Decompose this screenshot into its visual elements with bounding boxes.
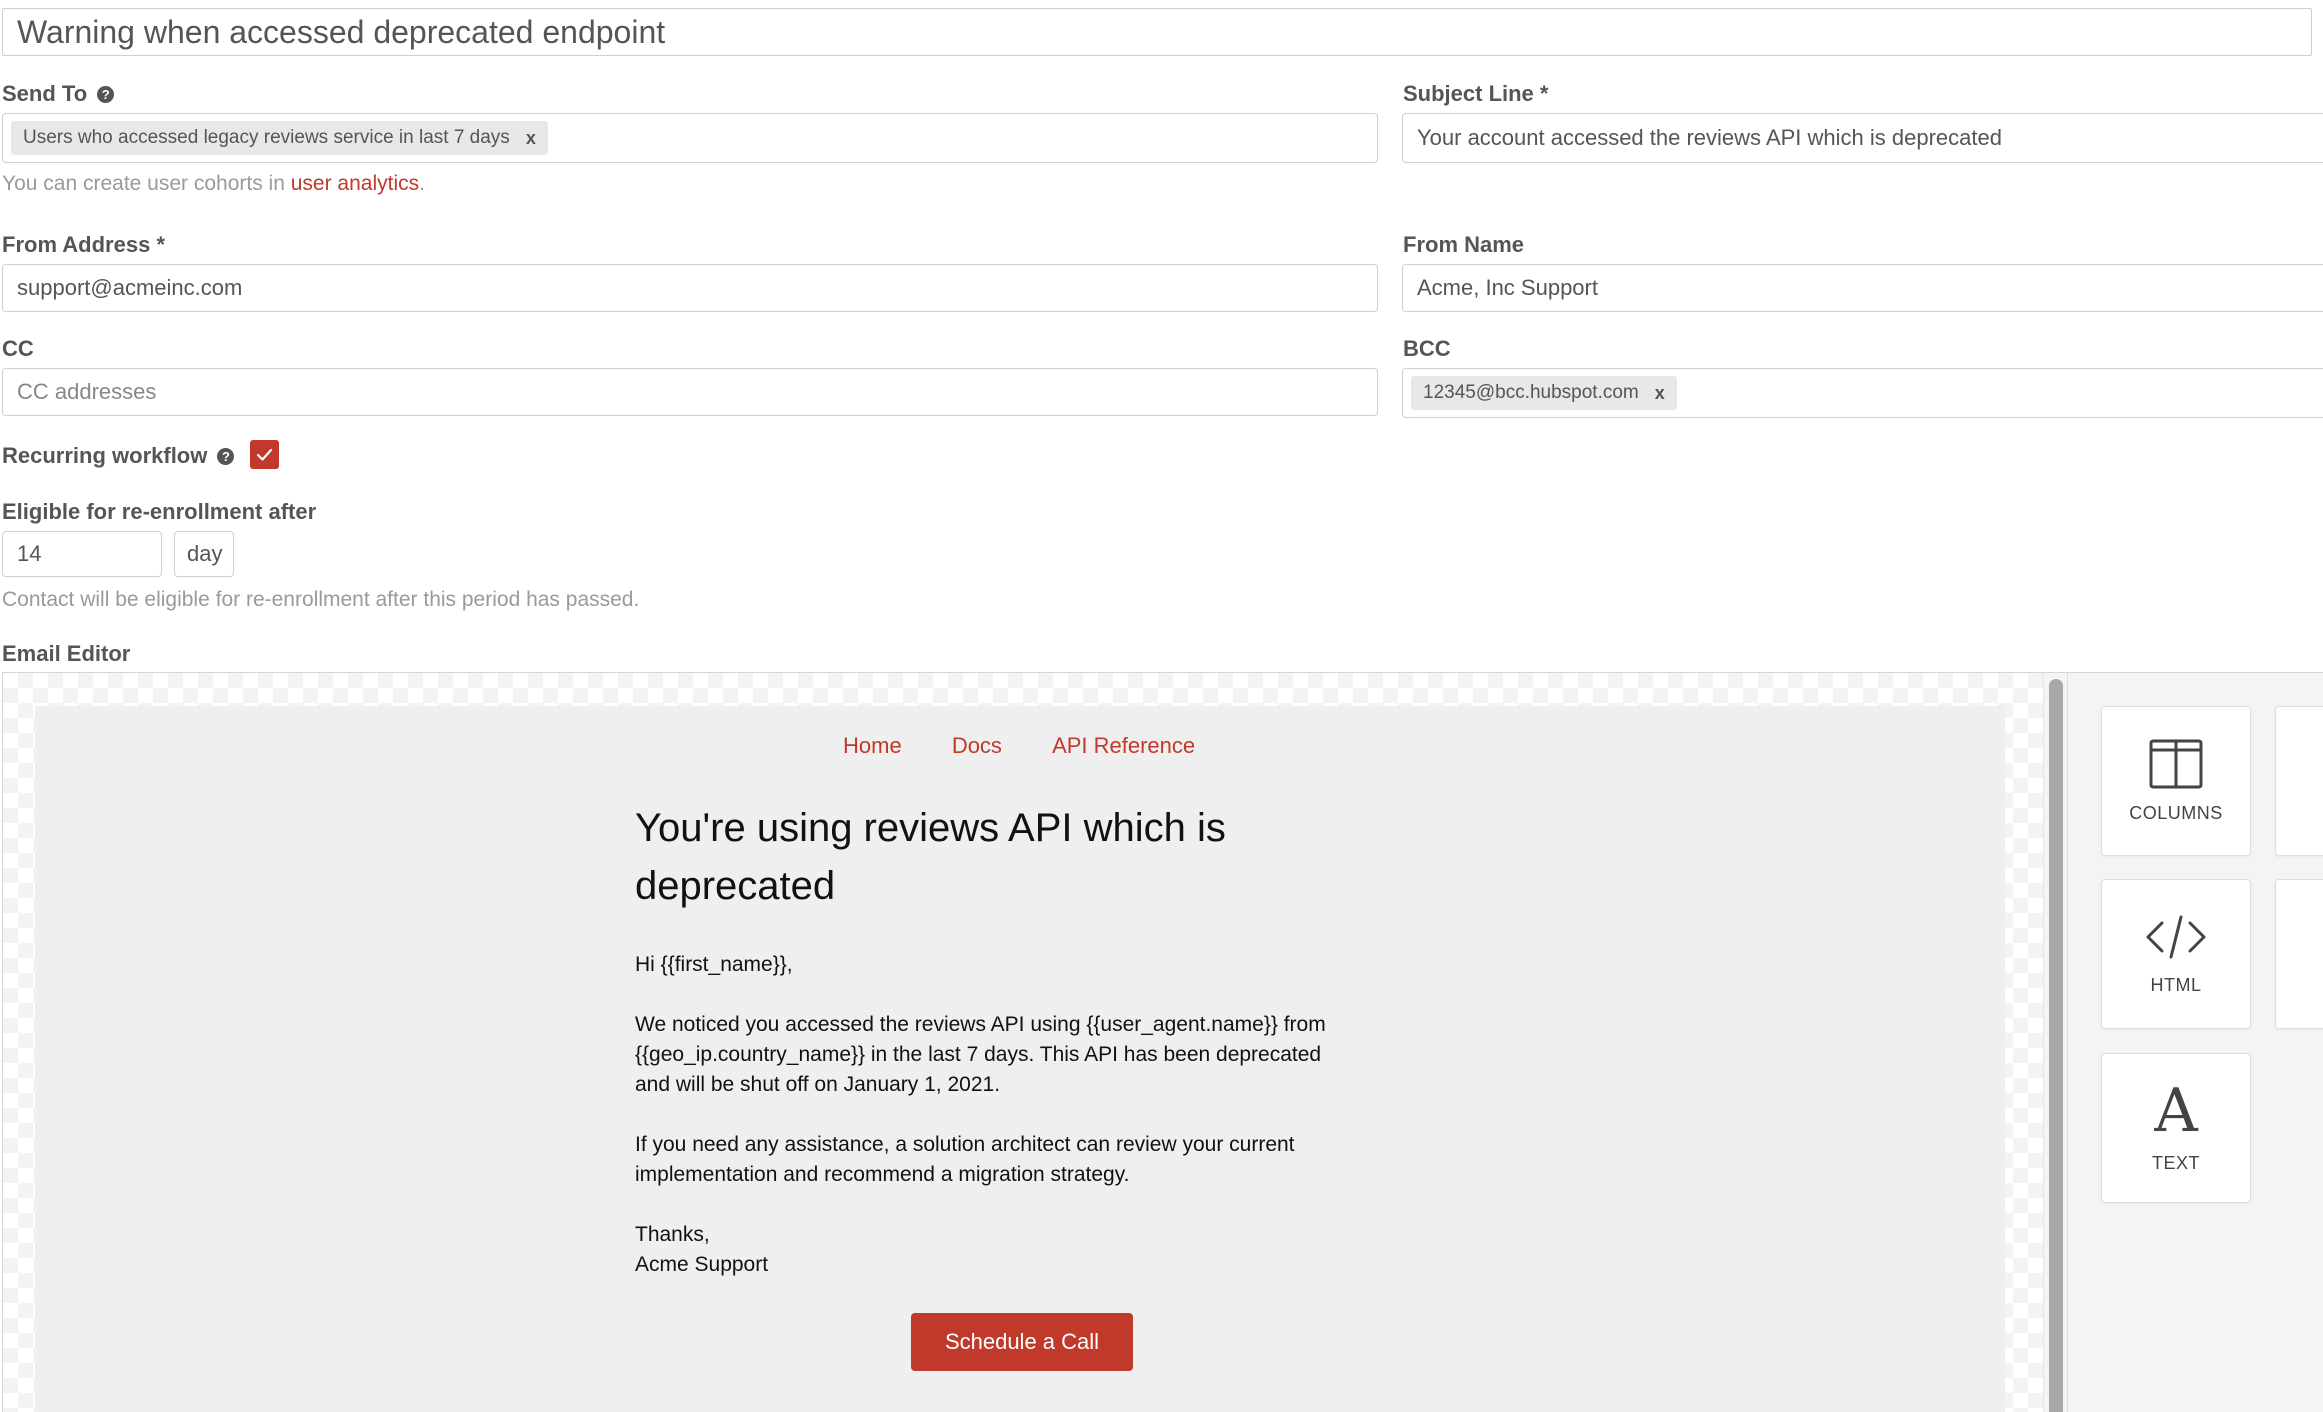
email-editor-label: Email Editor xyxy=(2,641,131,666)
reenroll-value: 14 xyxy=(17,541,42,566)
remove-chip-icon[interactable]: x xyxy=(526,128,536,149)
send-to-label-text: Send To xyxy=(2,81,88,106)
cc-label: CC xyxy=(2,336,34,361)
partial-block-b[interactable] xyxy=(2275,706,2323,856)
subject-input[interactable]: Your account accessed the reviews API wh… xyxy=(1402,113,2323,163)
from-name-input[interactable]: Acme, Inc Support xyxy=(1402,264,2323,312)
workflow-title-input[interactable]: Warning when accessed deprecated endpoin… xyxy=(2,8,2312,56)
schedule-call-button[interactable]: Schedule a Call xyxy=(911,1313,1133,1371)
help-icon[interactable]: ? xyxy=(97,86,115,103)
reenroll-unit: day xyxy=(187,541,223,566)
columns-block[interactable]: COLUMNS xyxy=(2101,706,2251,856)
html-block-label: HTML xyxy=(2150,974,2202,995)
nav-home-link[interactable]: Home xyxy=(843,733,902,758)
reenroll-label: Eligible for re-enrollment after xyxy=(2,499,317,524)
user-analytics-link[interactable]: user analytics xyxy=(291,172,419,195)
schedule-call-label: Schedule a Call xyxy=(944,1329,1100,1354)
checkmark-icon xyxy=(256,448,273,461)
partial-block-2[interactable] xyxy=(2275,879,2323,1029)
email-heading-line-1: You're using reviews API which is xyxy=(635,806,1226,850)
recurring-label-text: Recurring workflow xyxy=(2,443,208,468)
bcc-field[interactable]: 12345@bcc.hubspot.com x xyxy=(1402,368,2323,418)
email-nav: Home Docs API Reference xyxy=(843,733,1195,763)
from-name-label: From Name xyxy=(1403,232,1525,257)
from-name-value: Acme, Inc Support xyxy=(1417,275,1598,300)
code-icon xyxy=(2146,915,2206,958)
from-address-label: From Address * xyxy=(2,232,166,257)
reenroll-unit-select[interactable]: day xyxy=(174,531,234,577)
send-to-chip-label: Users who accessed legacy reviews servic… xyxy=(23,127,510,148)
email-greeting: Hi {{first_name}}, xyxy=(635,953,793,976)
nav-docs-link[interactable]: Docs xyxy=(952,733,1002,758)
email-paragraph-2-line-1: If you need any assistance, a solution a… xyxy=(635,1133,1295,1156)
from-address-input[interactable]: support@acmeinc.com xyxy=(2,264,1378,312)
reenroll-hint: Contact will be eligible for re-enrollme… xyxy=(2,588,640,611)
workflow-title-value: Warning when accessed deprecated endpoin… xyxy=(17,13,666,50)
help-icon[interactable]: ? xyxy=(217,448,235,465)
send-to-field[interactable]: Users who accessed legacy reviews servic… xyxy=(2,113,1378,163)
email-paragraph-1-line-2: {{geo_ip.country_name}} in the last 7 da… xyxy=(635,1043,1322,1066)
reenroll-number-input[interactable]: 14 xyxy=(2,531,162,577)
send-to-label: Send To ? xyxy=(2,81,115,107)
send-to-hint-suffix: . xyxy=(419,172,425,195)
editor-scrollbar-thumb[interactable] xyxy=(2049,679,2063,1412)
send-to-hint-text: You can create user cohorts in xyxy=(2,172,291,195)
send-to-chip: Users who accessed legacy reviews servic… xyxy=(11,121,548,155)
columns-block-label: COLUMNS xyxy=(2129,802,2223,823)
text-block-label: TEXT xyxy=(2151,1152,2200,1173)
recurring-checkbox[interactable] xyxy=(250,440,279,469)
columns-icon xyxy=(2149,739,2203,788)
email-signoff-line-1: Thanks, xyxy=(635,1223,710,1246)
email-paragraph-1-line-3: and will be shut off on January 1, 2021. xyxy=(635,1073,1001,1096)
html-block[interactable]: HTML xyxy=(2101,879,2251,1029)
subject-label: Subject Line * xyxy=(1403,81,1549,106)
nav-api-reference-link[interactable]: API Reference xyxy=(1052,733,1195,758)
email-paragraph-2: If you need any assistance, a solution a… xyxy=(635,1130,1295,1190)
text-icon: A xyxy=(2154,1075,2198,1146)
email-editor: Home Docs API Reference You're using rev… xyxy=(2,672,2323,1412)
text-block[interactable]: A TEXT xyxy=(2101,1053,2251,1203)
email-signoff: Thanks, Acme Support xyxy=(635,1220,768,1280)
email-paragraph-2-line-2: implementation and recommend a migration… xyxy=(635,1163,1130,1186)
cc-placeholder: CC addresses xyxy=(17,379,157,404)
recurring-label: Recurring workflow ? xyxy=(2,443,235,469)
bcc-chip: 12345@bcc.hubspot.com x xyxy=(1411,376,1677,410)
email-heading-line-2: deprecated xyxy=(635,864,836,908)
remove-chip-icon[interactable]: x xyxy=(1655,383,1665,404)
blocks-panel: COLUMNS HTML A TEXT xyxy=(2067,673,2323,1412)
editor-scrollbar[interactable] xyxy=(2043,673,2067,1412)
email-heading: You're using reviews API which is deprec… xyxy=(635,799,1226,915)
cc-input[interactable]: CC addresses xyxy=(2,368,1378,416)
bcc-chip-label: 12345@bcc.hubspot.com xyxy=(1423,382,1639,403)
send-to-hint: You can create user cohorts in user anal… xyxy=(2,172,425,196)
bcc-label: BCC xyxy=(1403,336,1451,361)
email-signoff-line-2: Acme Support xyxy=(635,1253,769,1276)
subject-value: Your account accessed the reviews API wh… xyxy=(1417,125,2002,150)
from-address-value: support@acmeinc.com xyxy=(17,275,243,300)
email-paragraph-1-line-1: We noticed you accessed the reviews API … xyxy=(635,1013,1326,1036)
email-paragraph-1: We noticed you accessed the reviews API … xyxy=(635,1010,1326,1100)
